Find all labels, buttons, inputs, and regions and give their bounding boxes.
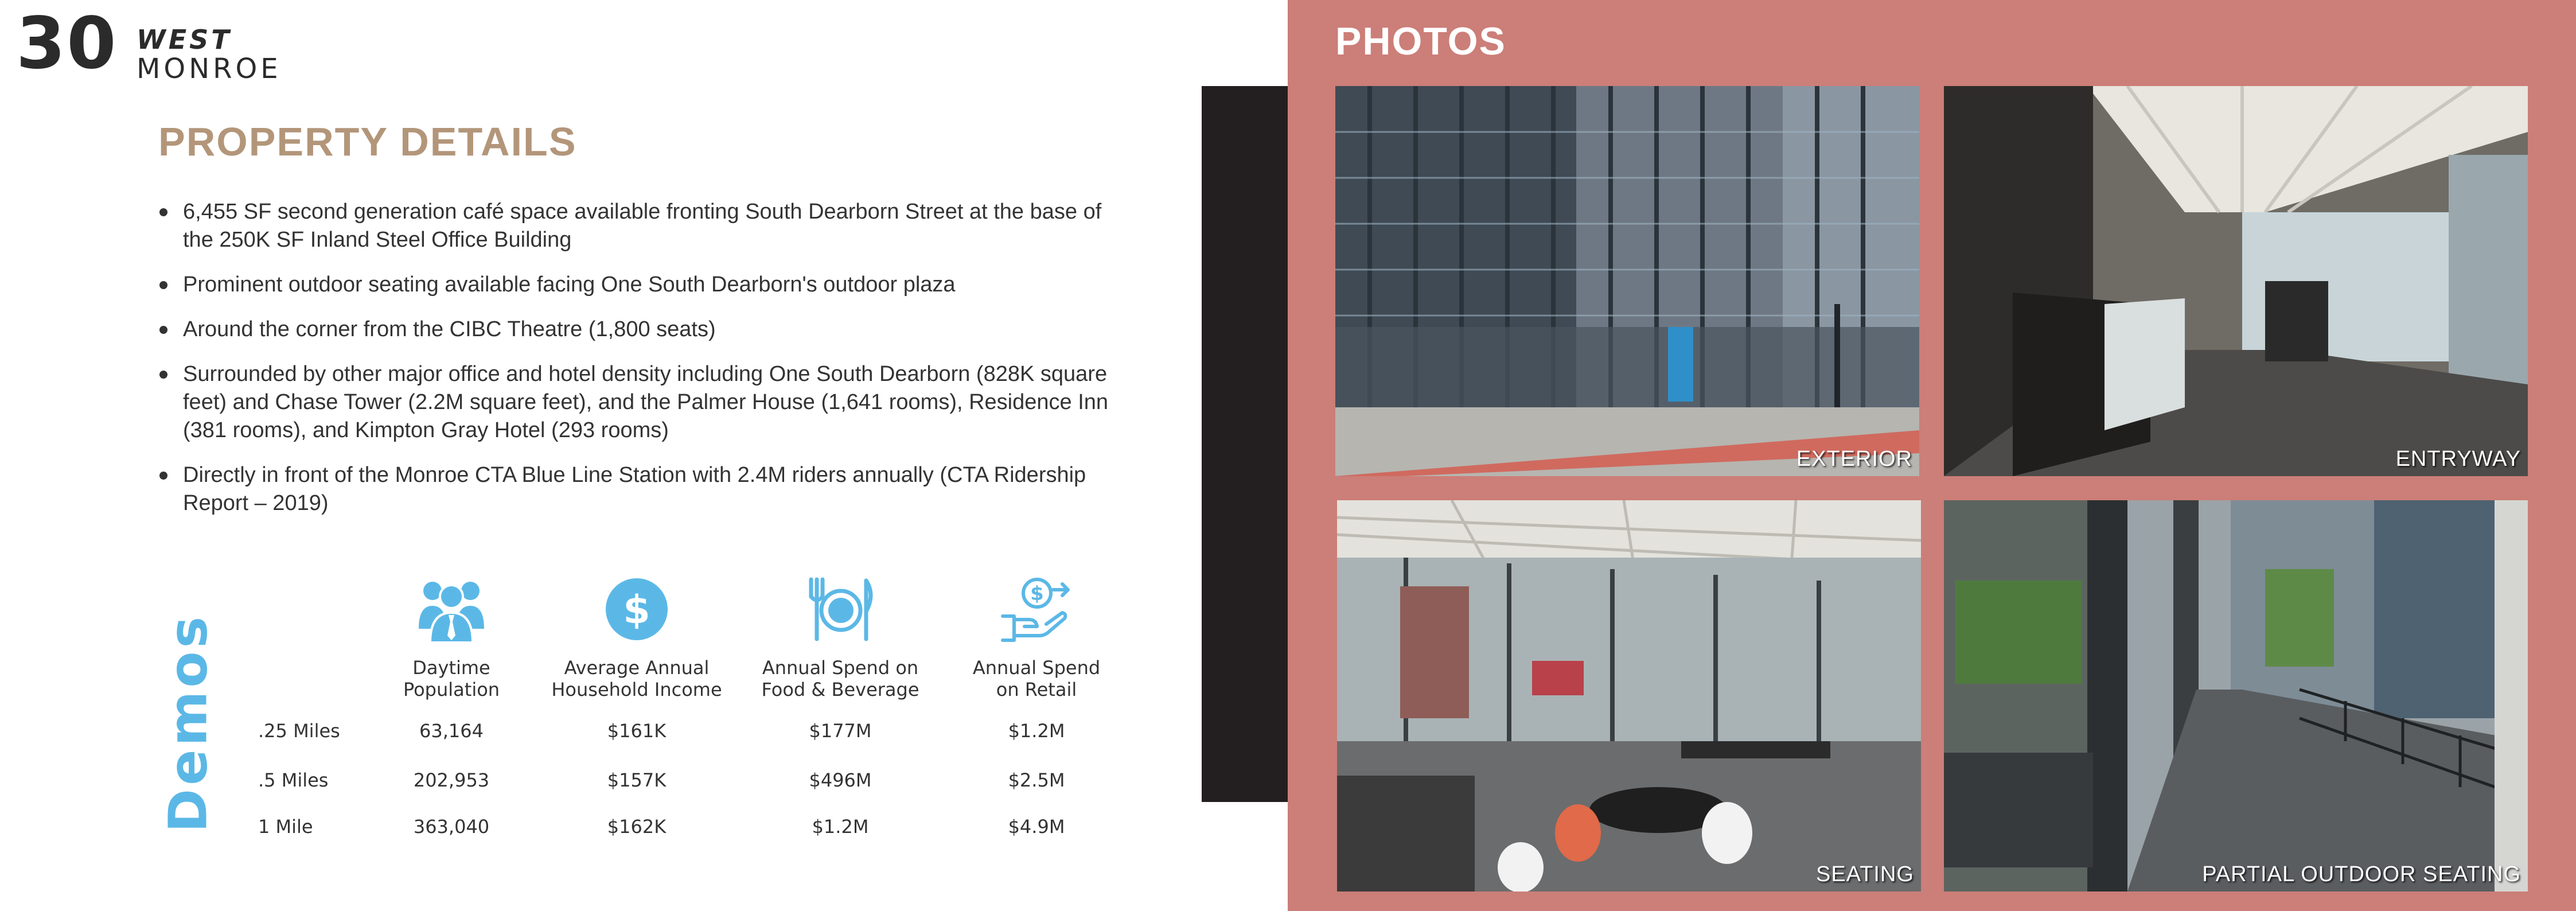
svg-text:$: $ <box>623 587 650 633</box>
bullet-item: Directly in front of the Monroe CTA Blue… <box>158 461 1133 517</box>
property-details-title: PROPERTY DETAILS <box>158 119 577 164</box>
bullet-text: 6,455 SF second generation café space av… <box>183 200 1102 252</box>
table-cell: $1.2M <box>1008 720 1065 742</box>
plate-utensils-icon <box>803 574 878 645</box>
table-cell: $157K <box>607 769 667 791</box>
row-label: .5 Miles <box>258 769 329 791</box>
column-header-retail: Annual Spend on Retail <box>972 657 1101 700</box>
photo-seating: SEATING <box>1337 500 1921 891</box>
table-cell: $2.5M <box>1008 769 1065 791</box>
table-cell: $1.2M <box>812 816 869 838</box>
bullet-dot <box>159 326 167 334</box>
bullet-item: Around the corner from the CIBC Theatre … <box>158 316 1133 344</box>
column-header-household-income: Average Annual Household Income <box>551 657 722 700</box>
logo-number: 30 <box>16 2 118 85</box>
photos-title: PHOTOS <box>1335 20 1506 63</box>
demos-label: Demos <box>157 613 219 833</box>
svg-text:$: $ <box>1030 582 1044 605</box>
photo-caption: ENTRYWAY <box>2395 447 2521 471</box>
black-accent-bar <box>1202 86 1288 802</box>
bullet-item: 6,455 SF second generation café space av… <box>158 198 1133 254</box>
photo-entryway: ENTRYWAY <box>1944 86 2528 476</box>
row-label: .25 Miles <box>258 720 340 742</box>
bullet-item: Prominent outdoor seating available faci… <box>158 271 1133 299</box>
logo-line2: MONROE <box>137 53 282 85</box>
bullet-dot <box>159 281 167 289</box>
table-cell: $161K <box>607 720 667 742</box>
photo-caption: PARTIAL OUTDOOR SEATING <box>2202 862 2521 886</box>
row-label: 1 Mile <box>258 816 313 838</box>
table-cell: $162K <box>607 816 667 838</box>
bullet-item: Surrounded by other major office and hot… <box>158 360 1133 445</box>
logo-line1: WEST <box>137 24 232 55</box>
people-icon <box>414 574 489 645</box>
bullet-text: Surrounded by other major office and hot… <box>183 362 1109 442</box>
column-header-daytime-population: Daytime Population <box>403 657 500 700</box>
photo-exterior: EXTERIOR <box>1335 86 1919 476</box>
bullet-text: Prominent outdoor seating available faci… <box>183 272 956 297</box>
dollar-coin-icon: $ <box>599 574 674 645</box>
column-header-food-beverage: Annual Spend on Food & Beverage <box>761 657 919 700</box>
property-details-list: 6,455 SF second generation café space av… <box>158 198 1133 534</box>
hand-money-icon: $ <box>999 574 1074 645</box>
photo-partial-outdoor-seating: PARTIAL OUTDOOR SEATING <box>1944 500 2528 891</box>
table-cell: $496M <box>809 769 872 791</box>
table-cell: $4.9M <box>1008 816 1065 838</box>
bullet-dot <box>159 371 167 379</box>
bullet-text: Directly in front of the Monroe CTA Blue… <box>183 463 1086 515</box>
photo-caption: EXTERIOR <box>1796 447 1912 471</box>
table-cell: 202,953 <box>413 769 490 791</box>
table-cell: 363,040 <box>413 816 490 838</box>
photo-caption: SEATING <box>1816 862 1914 886</box>
table-cell: 63,164 <box>419 720 484 742</box>
bullet-dot <box>159 472 167 480</box>
table-cell: $177M <box>809 720 872 742</box>
bullet-dot <box>159 208 167 216</box>
bullet-text: Around the corner from the CIBC Theatre … <box>183 317 716 341</box>
